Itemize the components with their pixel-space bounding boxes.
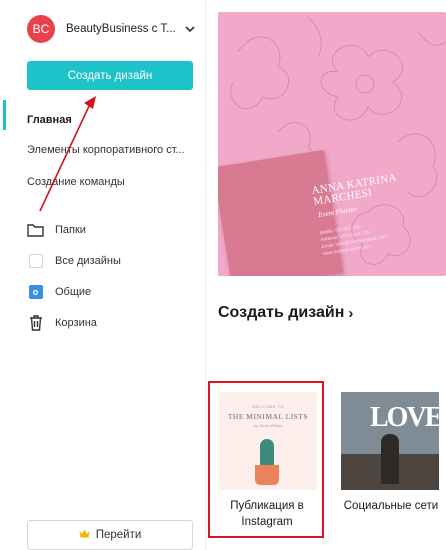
nav-trash[interactable]: Корзина (27, 314, 97, 332)
folder-icon (27, 222, 44, 239)
go-pro-label: Перейти (95, 529, 142, 541)
nav-create-team[interactable]: Создание команды (27, 176, 125, 188)
person-silhouette (381, 434, 399, 484)
active-indicator (3, 100, 6, 130)
thumb-love-text: LOVE (370, 402, 439, 433)
nav-all-designs[interactable]: Все дизайны (27, 252, 121, 270)
nav-all-designs-label: Все дизайны (55, 255, 121, 267)
crown-icon (79, 529, 90, 541)
nav-home[interactable]: Главная (27, 114, 72, 126)
checkbox-icon (27, 253, 44, 270)
nav-shared-label: Общие (55, 286, 92, 298)
template-social-label[interactable]: Социальные сети (339, 498, 443, 514)
nav-trash-label: Корзина (55, 317, 97, 329)
chevron-right-icon: › (348, 304, 354, 322)
sidebar: BC BeautyBusiness c T... Создать дизайн … (0, 0, 206, 550)
go-pro-button[interactable]: Перейти (27, 520, 193, 550)
trash-icon (27, 315, 44, 332)
create-design-heading[interactable]: Создать дизайн › (218, 304, 353, 322)
highlight-box (208, 381, 324, 538)
nav-folders-label: Папки (55, 224, 86, 236)
nav-folders[interactable]: Папки (27, 221, 86, 239)
template-social-thumb[interactable]: LOVE (341, 392, 439, 490)
avatar: BC (27, 15, 55, 43)
nav-brand-kit[interactable]: Элементы корпоративного ст... (27, 144, 193, 156)
nav-shared[interactable]: o Общие (27, 283, 91, 301)
account-name: BeautyBusiness c T... (66, 23, 176, 35)
account-switcher[interactable]: BC BeautyBusiness c T... (27, 14, 197, 44)
create-design-button[interactable]: Создать дизайн (27, 61, 193, 90)
shared-icon: o (27, 284, 44, 301)
hero-banner[interactable]: ANNA KATRINA MARCHESI Event Planner Mobi… (218, 12, 446, 276)
chevron-down-icon[interactable] (184, 23, 196, 35)
